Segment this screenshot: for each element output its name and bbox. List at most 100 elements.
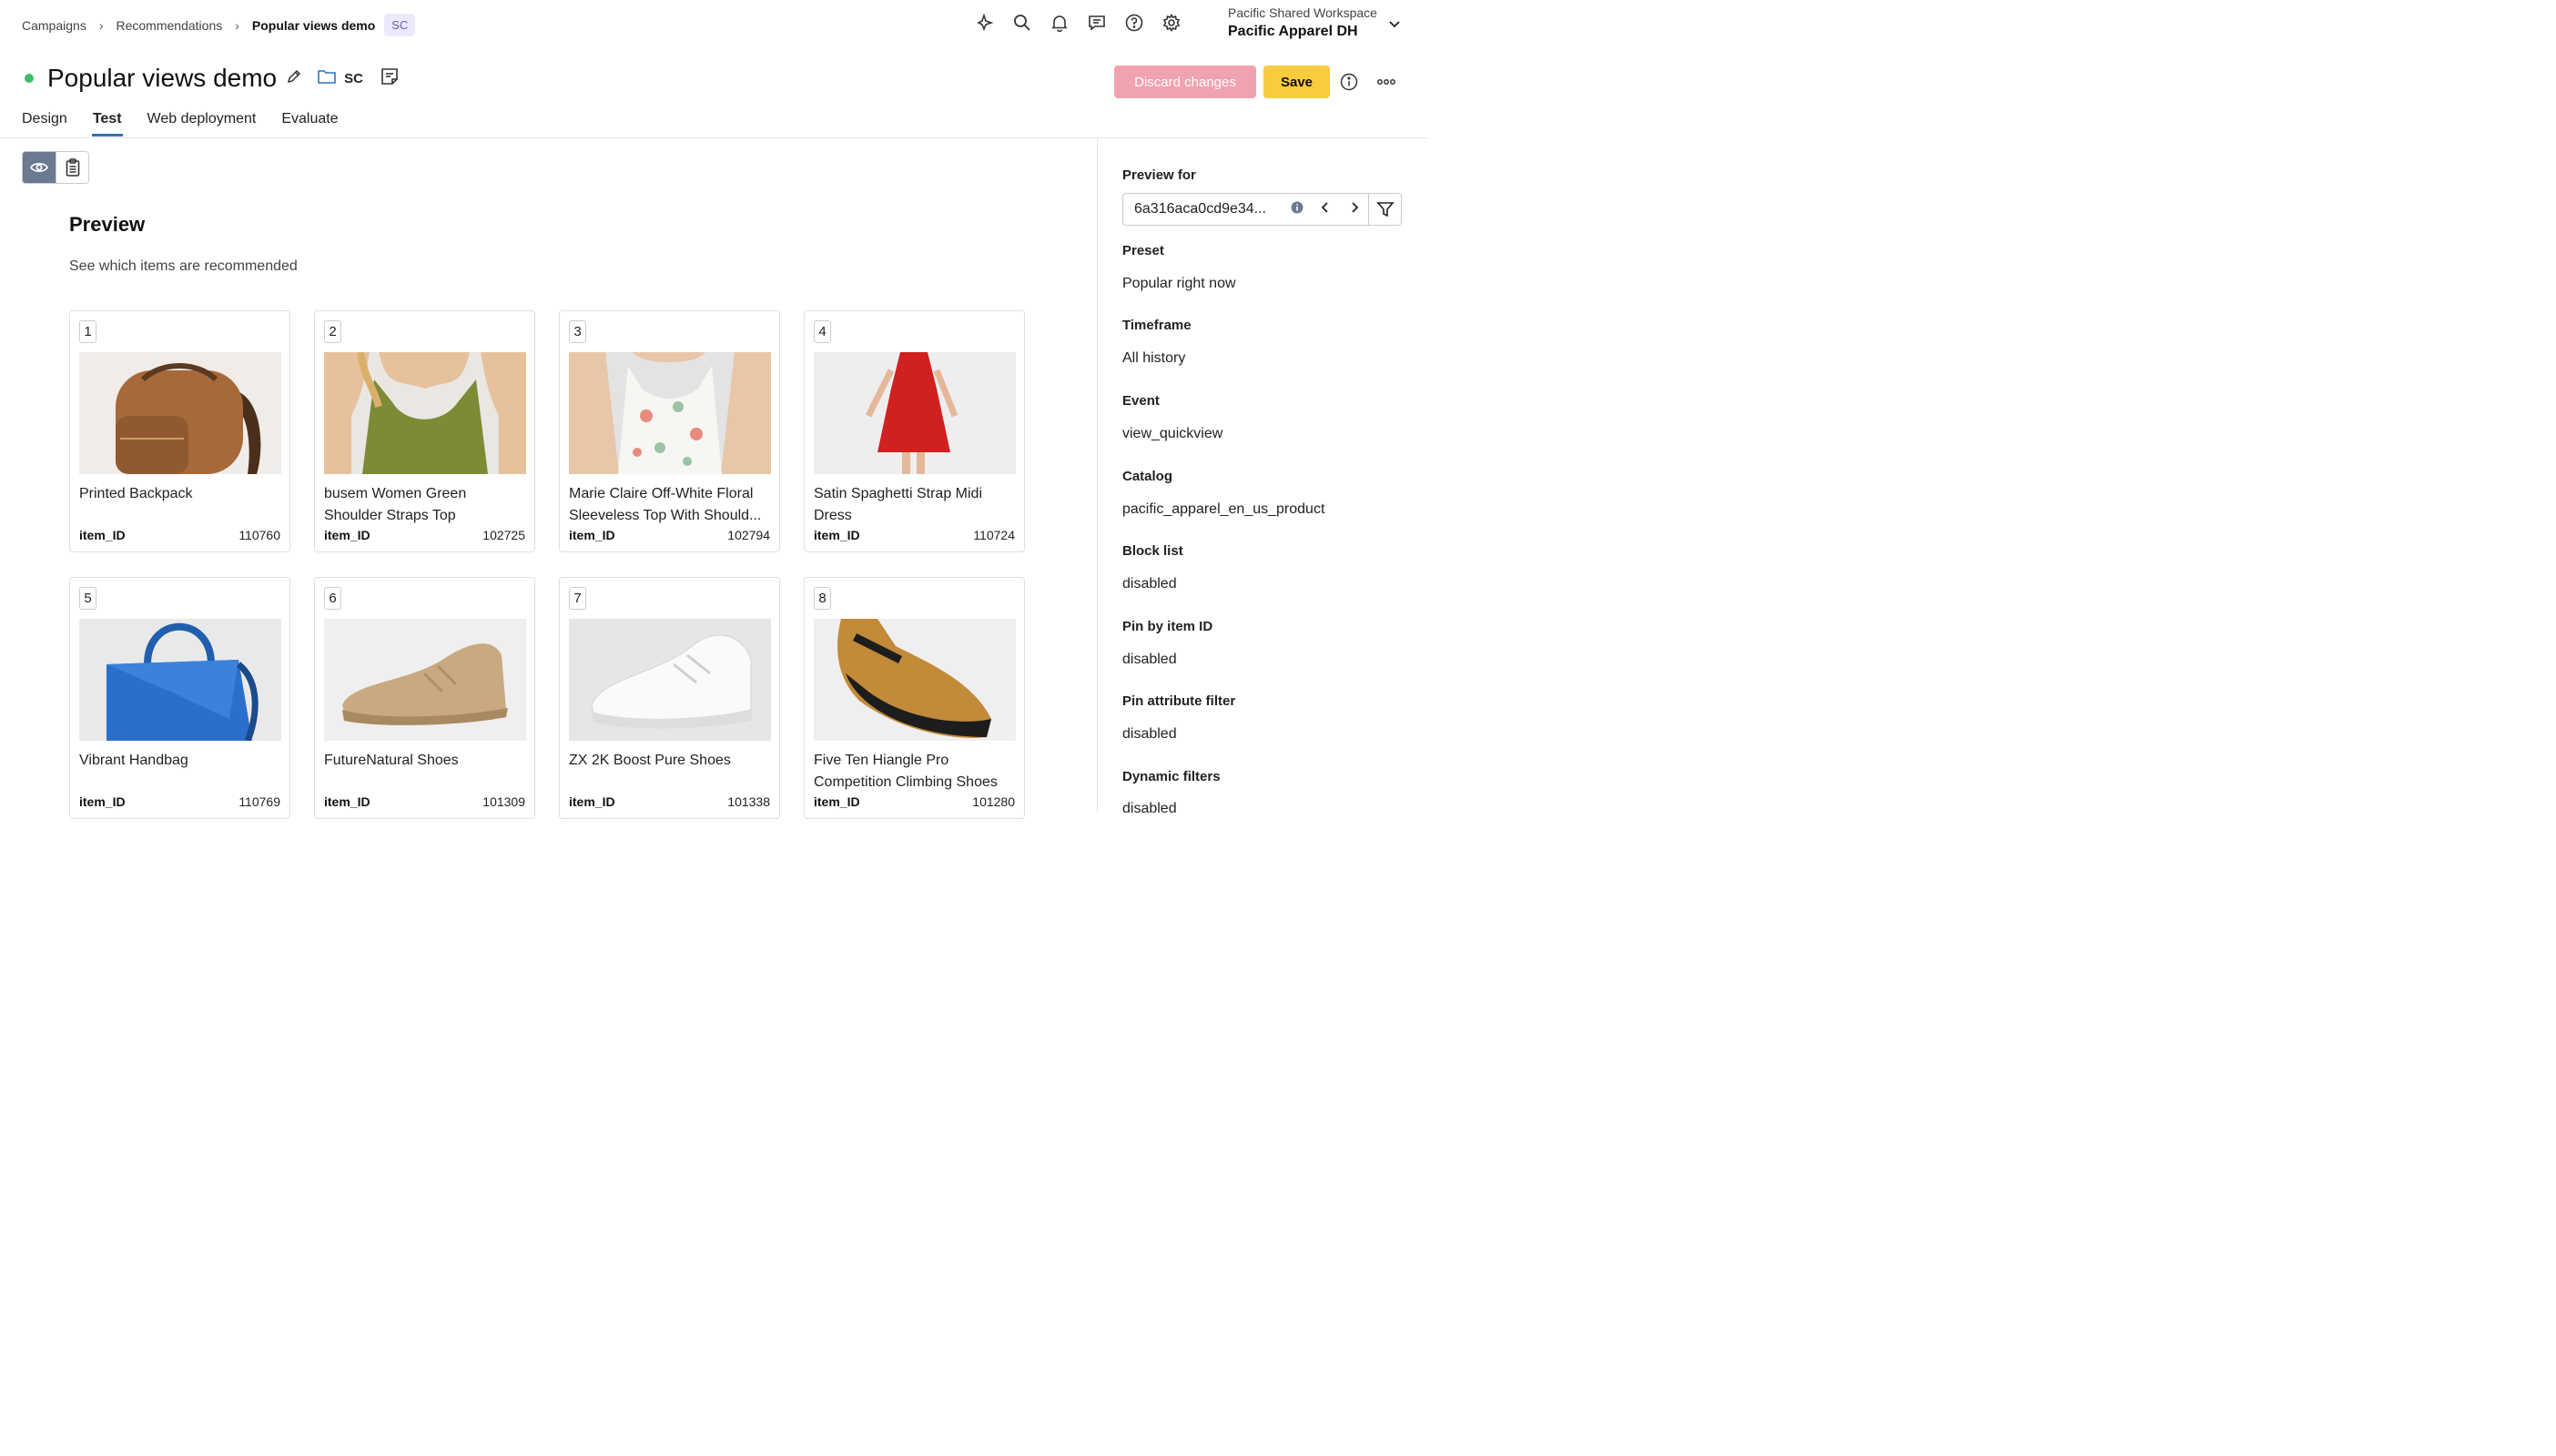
- info-icon[interactable]: [1340, 73, 1358, 96]
- preview-title: Preview: [69, 213, 146, 236]
- search-icon[interactable]: [1013, 13, 1031, 33]
- product-image-green-top: [324, 352, 526, 474]
- chevron-right-icon[interactable]: [1349, 201, 1360, 218]
- chat-icon[interactable]: [1088, 13, 1106, 33]
- preset-label: Preset: [1122, 243, 1164, 258]
- save-button[interactable]: Save: [1263, 66, 1330, 98]
- pin-by-item-id-value: disabled: [1122, 652, 1177, 667]
- tab-bar: Design Test Web deployment Evaluate: [22, 104, 364, 136]
- chevron-down-icon[interactable]: [1387, 16, 1402, 31]
- folder-label: SC: [344, 70, 363, 86]
- item-id-value: 101309: [482, 794, 525, 809]
- preview-for-value[interactable]: 6a316aca0cd9e34...: [1123, 201, 1285, 217]
- product-image-tan-sneaker: [324, 619, 526, 741]
- preset-value: Popular right now: [1122, 276, 1236, 291]
- product-card[interactable]: 3 Marie Claire Off-White Floral Sleevele…: [559, 310, 780, 552]
- item-id-value: 102794: [727, 528, 770, 542]
- info-filled-icon[interactable]: [1291, 201, 1303, 218]
- pin-attribute-filter-value: disabled: [1122, 726, 1177, 742]
- rank-badge: 6: [324, 587, 341, 610]
- pencil-icon[interactable]: [286, 68, 302, 89]
- block-list-label: Block list: [1122, 543, 1183, 559]
- more-options-icon[interactable]: [1376, 73, 1396, 96]
- preview-for-selector: 6a316aca0cd9e34...: [1122, 193, 1402, 226]
- product-card[interactable]: 5 Vibrant Handbag item_ID 110769: [69, 577, 290, 819]
- workspace-switcher[interactable]: Pacific Shared Workspace Pacific Apparel…: [1228, 5, 1377, 40]
- product-image-climbing-shoe: [814, 619, 1016, 741]
- help-icon[interactable]: [1125, 13, 1143, 33]
- item-id-label: item_ID: [814, 794, 860, 809]
- product-name: Five Ten Hiangle Pro Competition Climbin…: [814, 753, 998, 790]
- product-image-white-sneaker: [569, 619, 771, 741]
- tab-evaluate[interactable]: Evaluate: [281, 104, 338, 136]
- item-id-value: 102725: [482, 528, 525, 542]
- product-card[interactable]: 2 busem Women Green Shoulder Straps Top …: [314, 310, 535, 552]
- product-name: Marie Claire Off-White Floral Sleeveless…: [569, 486, 762, 523]
- sparkle-icon[interactable]: [976, 13, 994, 33]
- item-id-label: item_ID: [569, 794, 615, 809]
- filter-icon[interactable]: [1368, 194, 1401, 225]
- timeframe-label: Timeframe: [1122, 318, 1192, 333]
- bell-icon[interactable]: [1050, 13, 1069, 33]
- chevron-right-icon: ›: [235, 17, 239, 33]
- product-image-floral-top: [569, 352, 771, 474]
- product-name: busem Women Green Shoulder Straps Top: [324, 486, 467, 523]
- breadcrumb-current: Popular views demo: [251, 17, 376, 33]
- folder-icon: [317, 67, 337, 89]
- catalog-value: pacific_apparel_en_us_product: [1122, 501, 1325, 517]
- dynamic-filters-label: Dynamic filters: [1122, 769, 1221, 784]
- folder-link[interactable]: SC: [317, 67, 363, 89]
- product-name: Vibrant Handbag: [79, 753, 188, 768]
- tab-web-deployment[interactable]: Web deployment: [147, 104, 257, 136]
- preview-for-label: Preview for: [1122, 167, 1196, 183]
- tab-design[interactable]: Design: [22, 104, 67, 136]
- clipboard-icon[interactable]: [56, 152, 88, 183]
- block-list-value: disabled: [1122, 576, 1177, 592]
- product-image-red-dress: [814, 352, 1016, 474]
- item-id-value: 101280: [972, 794, 1015, 809]
- rank-badge: 5: [79, 587, 96, 610]
- product-card[interactable]: 4 Satin Spaghetti Strap Midi Dress item_…: [804, 310, 1025, 552]
- workspace-name: Pacific Shared Workspace: [1228, 5, 1377, 20]
- top-toolbar: [976, 13, 1181, 33]
- item-id-label: item_ID: [324, 794, 370, 809]
- page-title: Popular views demo: [47, 64, 278, 92]
- timeframe-value: All history: [1122, 350, 1186, 366]
- item-id-value: 110760: [238, 528, 280, 542]
- event-label: Event: [1122, 393, 1160, 409]
- rank-badge: 4: [814, 320, 831, 343]
- item-id-value: 101338: [727, 794, 770, 809]
- chevron-left-icon[interactable]: [1320, 201, 1331, 218]
- panel-divider: [1097, 138, 1098, 813]
- gear-icon[interactable]: [1162, 13, 1181, 33]
- item-id-label: item_ID: [814, 528, 860, 542]
- rank-badge: 2: [324, 320, 341, 343]
- pin-attribute-filter-label: Pin attribute filter: [1122, 693, 1236, 709]
- breadcrumb-campaigns[interactable]: Campaigns: [22, 18, 86, 33]
- pin-by-item-id-label: Pin by item ID: [1122, 619, 1213, 634]
- product-card[interactable]: 1 Printed Backpack item_ID 110760: [69, 310, 290, 552]
- catalog-label: Catalog: [1122, 469, 1173, 484]
- product-image-blue-handbag: [79, 619, 281, 741]
- product-name: Printed Backpack: [79, 486, 193, 501]
- product-card[interactable]: 8 Five Ten Hiangle Pro Competition Climb…: [804, 577, 1025, 819]
- breadcrumb-badge: SC: [384, 14, 416, 36]
- item-id-value: 110724: [973, 528, 1015, 542]
- preview-subtitle: See which items are recommended: [69, 258, 298, 274]
- product-card[interactable]: 7 ZX 2K Boost Pure Shoes item_ID 101338: [559, 577, 780, 819]
- item-id-label: item_ID: [79, 794, 126, 809]
- discard-changes-button[interactable]: Discard changes: [1114, 66, 1256, 98]
- product-name: FutureNatural Shoes: [324, 753, 459, 768]
- tab-test[interactable]: Test: [91, 104, 123, 136]
- rank-badge: 8: [814, 587, 831, 610]
- item-id-label: item_ID: [569, 528, 615, 542]
- dynamic-filters-value: disabled: [1122, 801, 1177, 816]
- notes-icon[interactable]: [380, 66, 400, 91]
- rank-badge: 7: [569, 587, 586, 610]
- breadcrumb-recommendations[interactable]: Recommendations: [117, 18, 223, 33]
- item-id-value: 110769: [238, 794, 280, 809]
- event-value: view_quickview: [1122, 426, 1223, 441]
- product-name: Satin Spaghetti Strap Midi Dress: [814, 486, 982, 523]
- product-card[interactable]: 6 FutureNatural Shoes item_ID 101309: [314, 577, 535, 819]
- eye-icon[interactable]: [23, 152, 56, 183]
